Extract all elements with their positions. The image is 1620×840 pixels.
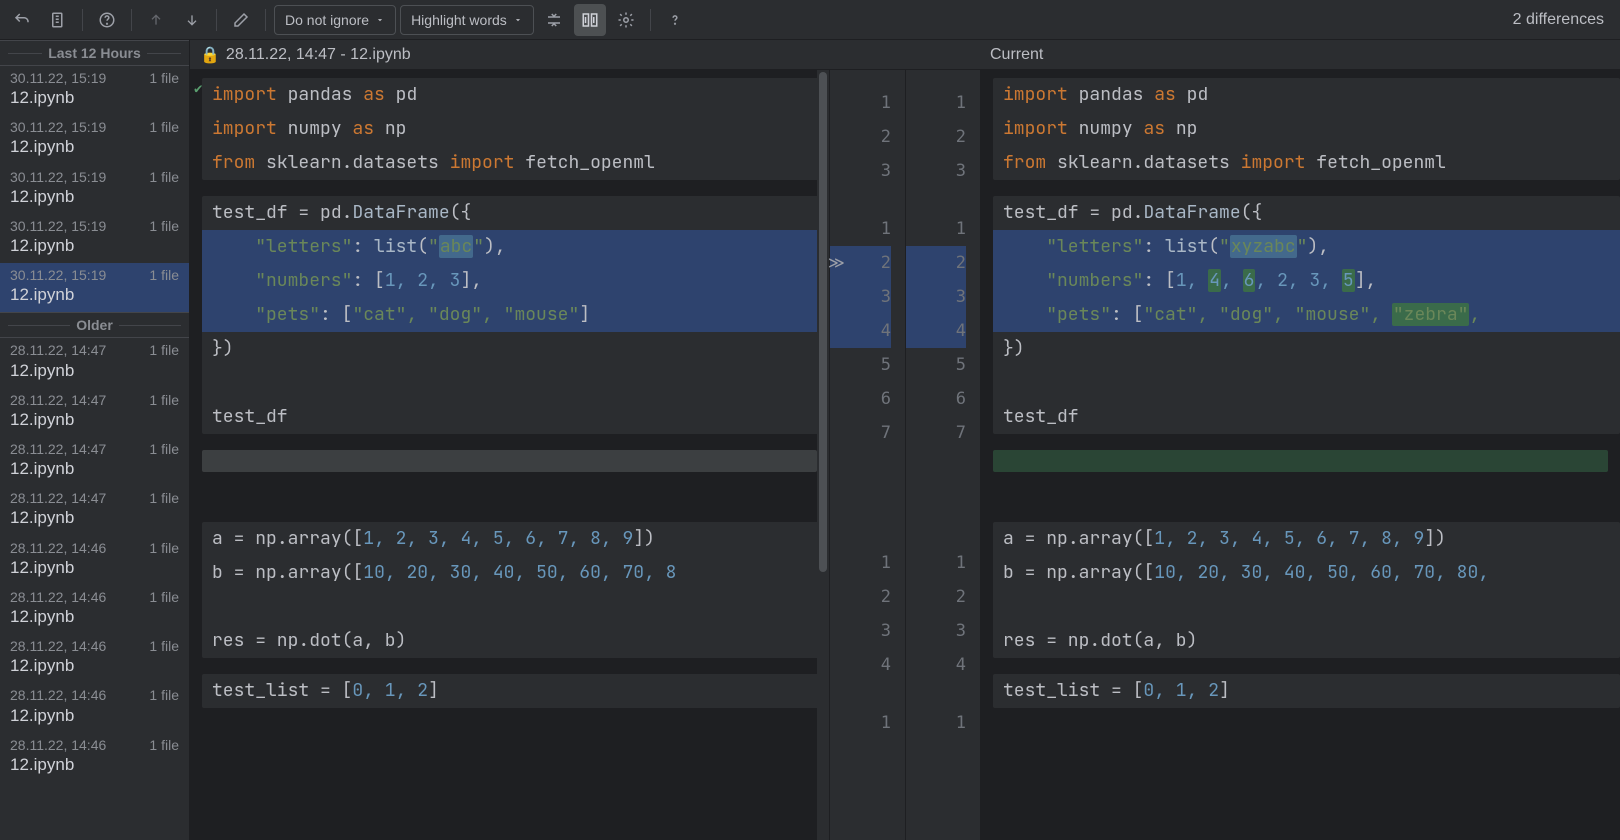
next-diff-button[interactable] (176, 4, 208, 36)
code-cell: a = np.array([1, 2, 3, 4, 5, 6, 7, 8, 9]… (993, 522, 1620, 658)
history-item[interactable]: 30.11.22, 15:191 file12.ipynb (0, 115, 189, 164)
line-number-gutter: 12312≫3456712341 123123456712341 (830, 70, 980, 840)
code-cell: a = np.array([1, 2, 3, 4, 5, 6, 7, 8, 9]… (202, 522, 829, 658)
cell-output-placeholder (993, 450, 1608, 472)
history-item[interactable]: 28.11.22, 14:461 file12.ipynb (0, 733, 189, 782)
code-cell: test_list = [0, 1, 2] (202, 674, 829, 708)
history-item[interactable]: 30.11.22, 15:191 file12.ipynb (0, 165, 189, 214)
code-cell: import pandas as pd import numpy as np f… (993, 78, 1620, 180)
ignore-policy-label: Do not ignore (285, 12, 369, 28)
cell-output-placeholder (202, 450, 817, 472)
edit-button[interactable] (225, 4, 257, 36)
sidebar-section-recent: Last 12 Hours (0, 40, 189, 66)
collapse-unchanged-button[interactable] (538, 4, 570, 36)
history-item[interactable]: 28.11.22, 14:471 file12.ipynb (0, 388, 189, 437)
history-item[interactable]: 28.11.22, 14:461 file12.ipynb (0, 634, 189, 683)
undo-button[interactable] (6, 4, 38, 36)
toolbar-separator (650, 9, 651, 31)
code-cell: test_df = pd.DataFrame({ "letters": list… (993, 196, 1620, 434)
diff-left-pane[interactable]: ✔ import pandas as pd import numpy as np… (190, 70, 830, 840)
history-item[interactable]: 28.11.22, 14:461 file12.ipynb (0, 536, 189, 585)
history-item[interactable]: 30.11.22, 15:191 file12.ipynb (0, 214, 189, 263)
apply-diff-icon[interactable]: ≫ (828, 246, 845, 280)
lock-icon: 🔒 (200, 45, 220, 65)
history-item[interactable]: 30.11.22, 15:191 file12.ipynb (0, 263, 189, 312)
left-revision-title: 28.11.22, 14:47 - 12.ipynb (226, 46, 411, 64)
toolbar-separator (216, 9, 217, 31)
scrollbar[interactable] (817, 70, 829, 840)
help-button[interactable] (91, 4, 123, 36)
chevron-down-icon (513, 15, 523, 25)
history-item[interactable]: 28.11.22, 14:471 file12.ipynb (0, 437, 189, 486)
highlight-policy-dropdown[interactable]: Highlight words (400, 5, 534, 35)
sync-scroll-button[interactable] (574, 4, 606, 36)
code-cell: import pandas as pd import numpy as np f… (202, 78, 829, 180)
diff-header: 🔒 28.11.22, 14:47 - 12.ipynb Current (190, 40, 1620, 70)
revisions-button[interactable] (42, 4, 74, 36)
chevron-down-icon (375, 15, 385, 25)
history-item[interactable]: 28.11.22, 14:471 file12.ipynb (0, 338, 189, 387)
toolbar-separator (131, 9, 132, 31)
history-item[interactable]: 28.11.22, 14:471 file12.ipynb (0, 486, 189, 535)
highlight-policy-label: Highlight words (411, 12, 507, 28)
history-item[interactable]: 28.11.22, 14:461 file12.ipynb (0, 585, 189, 634)
code-cell: test_df = pd.DataFrame({ "letters": list… (202, 196, 829, 434)
history-item[interactable]: 30.11.22, 15:191 file12.ipynb (0, 66, 189, 115)
toolbar-separator (82, 9, 83, 31)
history-sidebar[interactable]: Last 12 Hours 30.11.22, 15:191 file12.ip… (0, 40, 190, 840)
diff-right-pane[interactable]: import pandas as pd import numpy as np f… (980, 70, 1620, 840)
diff-count-label: 2 differences (1513, 11, 1614, 29)
sidebar-section-older: Older (0, 312, 189, 338)
toolbar-separator (265, 9, 266, 31)
diff-toolbar: Do not ignore Highlight words 2 differen… (0, 0, 1620, 40)
code-cell: test_list = [0, 1, 2] (993, 674, 1620, 708)
ignore-policy-dropdown[interactable]: Do not ignore (274, 5, 396, 35)
history-item[interactable]: 28.11.22, 14:461 file12.ipynb (0, 683, 189, 732)
help-button-2[interactable] (659, 4, 691, 36)
prev-diff-button[interactable] (140, 4, 172, 36)
right-revision-title: Current (990, 46, 1043, 63)
settings-button[interactable] (610, 4, 642, 36)
